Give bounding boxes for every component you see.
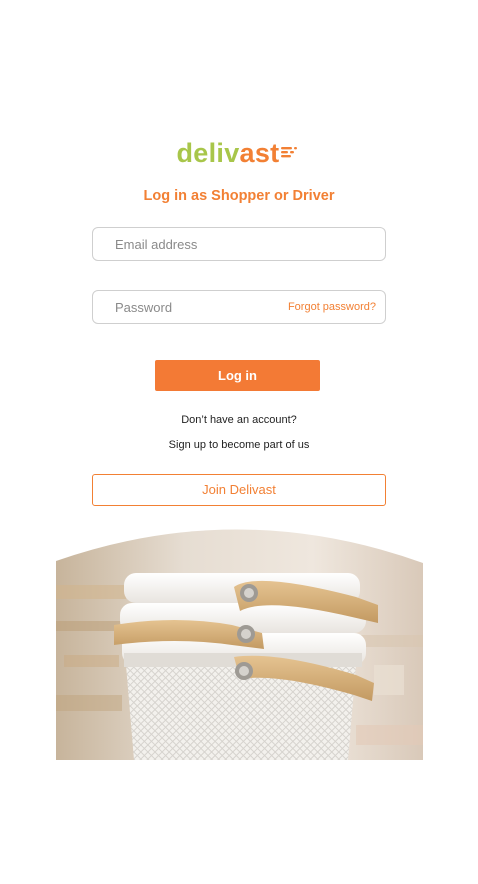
logo-text-ast: ast: [239, 138, 280, 168]
login-button[interactable]: Log in: [155, 360, 320, 391]
email-field[interactable]: [92, 227, 386, 261]
delivast-logo: delivast: [0, 136, 478, 170]
password-field[interactable]: Forgot password?: [92, 290, 386, 324]
password-input[interactable]: [115, 291, 285, 323]
stacked-baskets-photo: [56, 529, 423, 760]
logo-text-deliv: deliv: [176, 138, 240, 168]
speed-lines-icon: [281, 146, 298, 158]
forgot-password-link[interactable]: Forgot password?: [288, 301, 376, 313]
page-title: Log in as Shopper or Driver: [143, 188, 335, 204]
login-page: delivast Log in as Shopper or Driver For…: [0, 0, 478, 884]
join-button[interactable]: Join Delivast: [92, 474, 386, 506]
no-account-text: Don’t have an account?: [181, 414, 297, 426]
signup-text: Sign up to become part of us: [168, 439, 310, 451]
email-input[interactable]: [115, 228, 285, 260]
